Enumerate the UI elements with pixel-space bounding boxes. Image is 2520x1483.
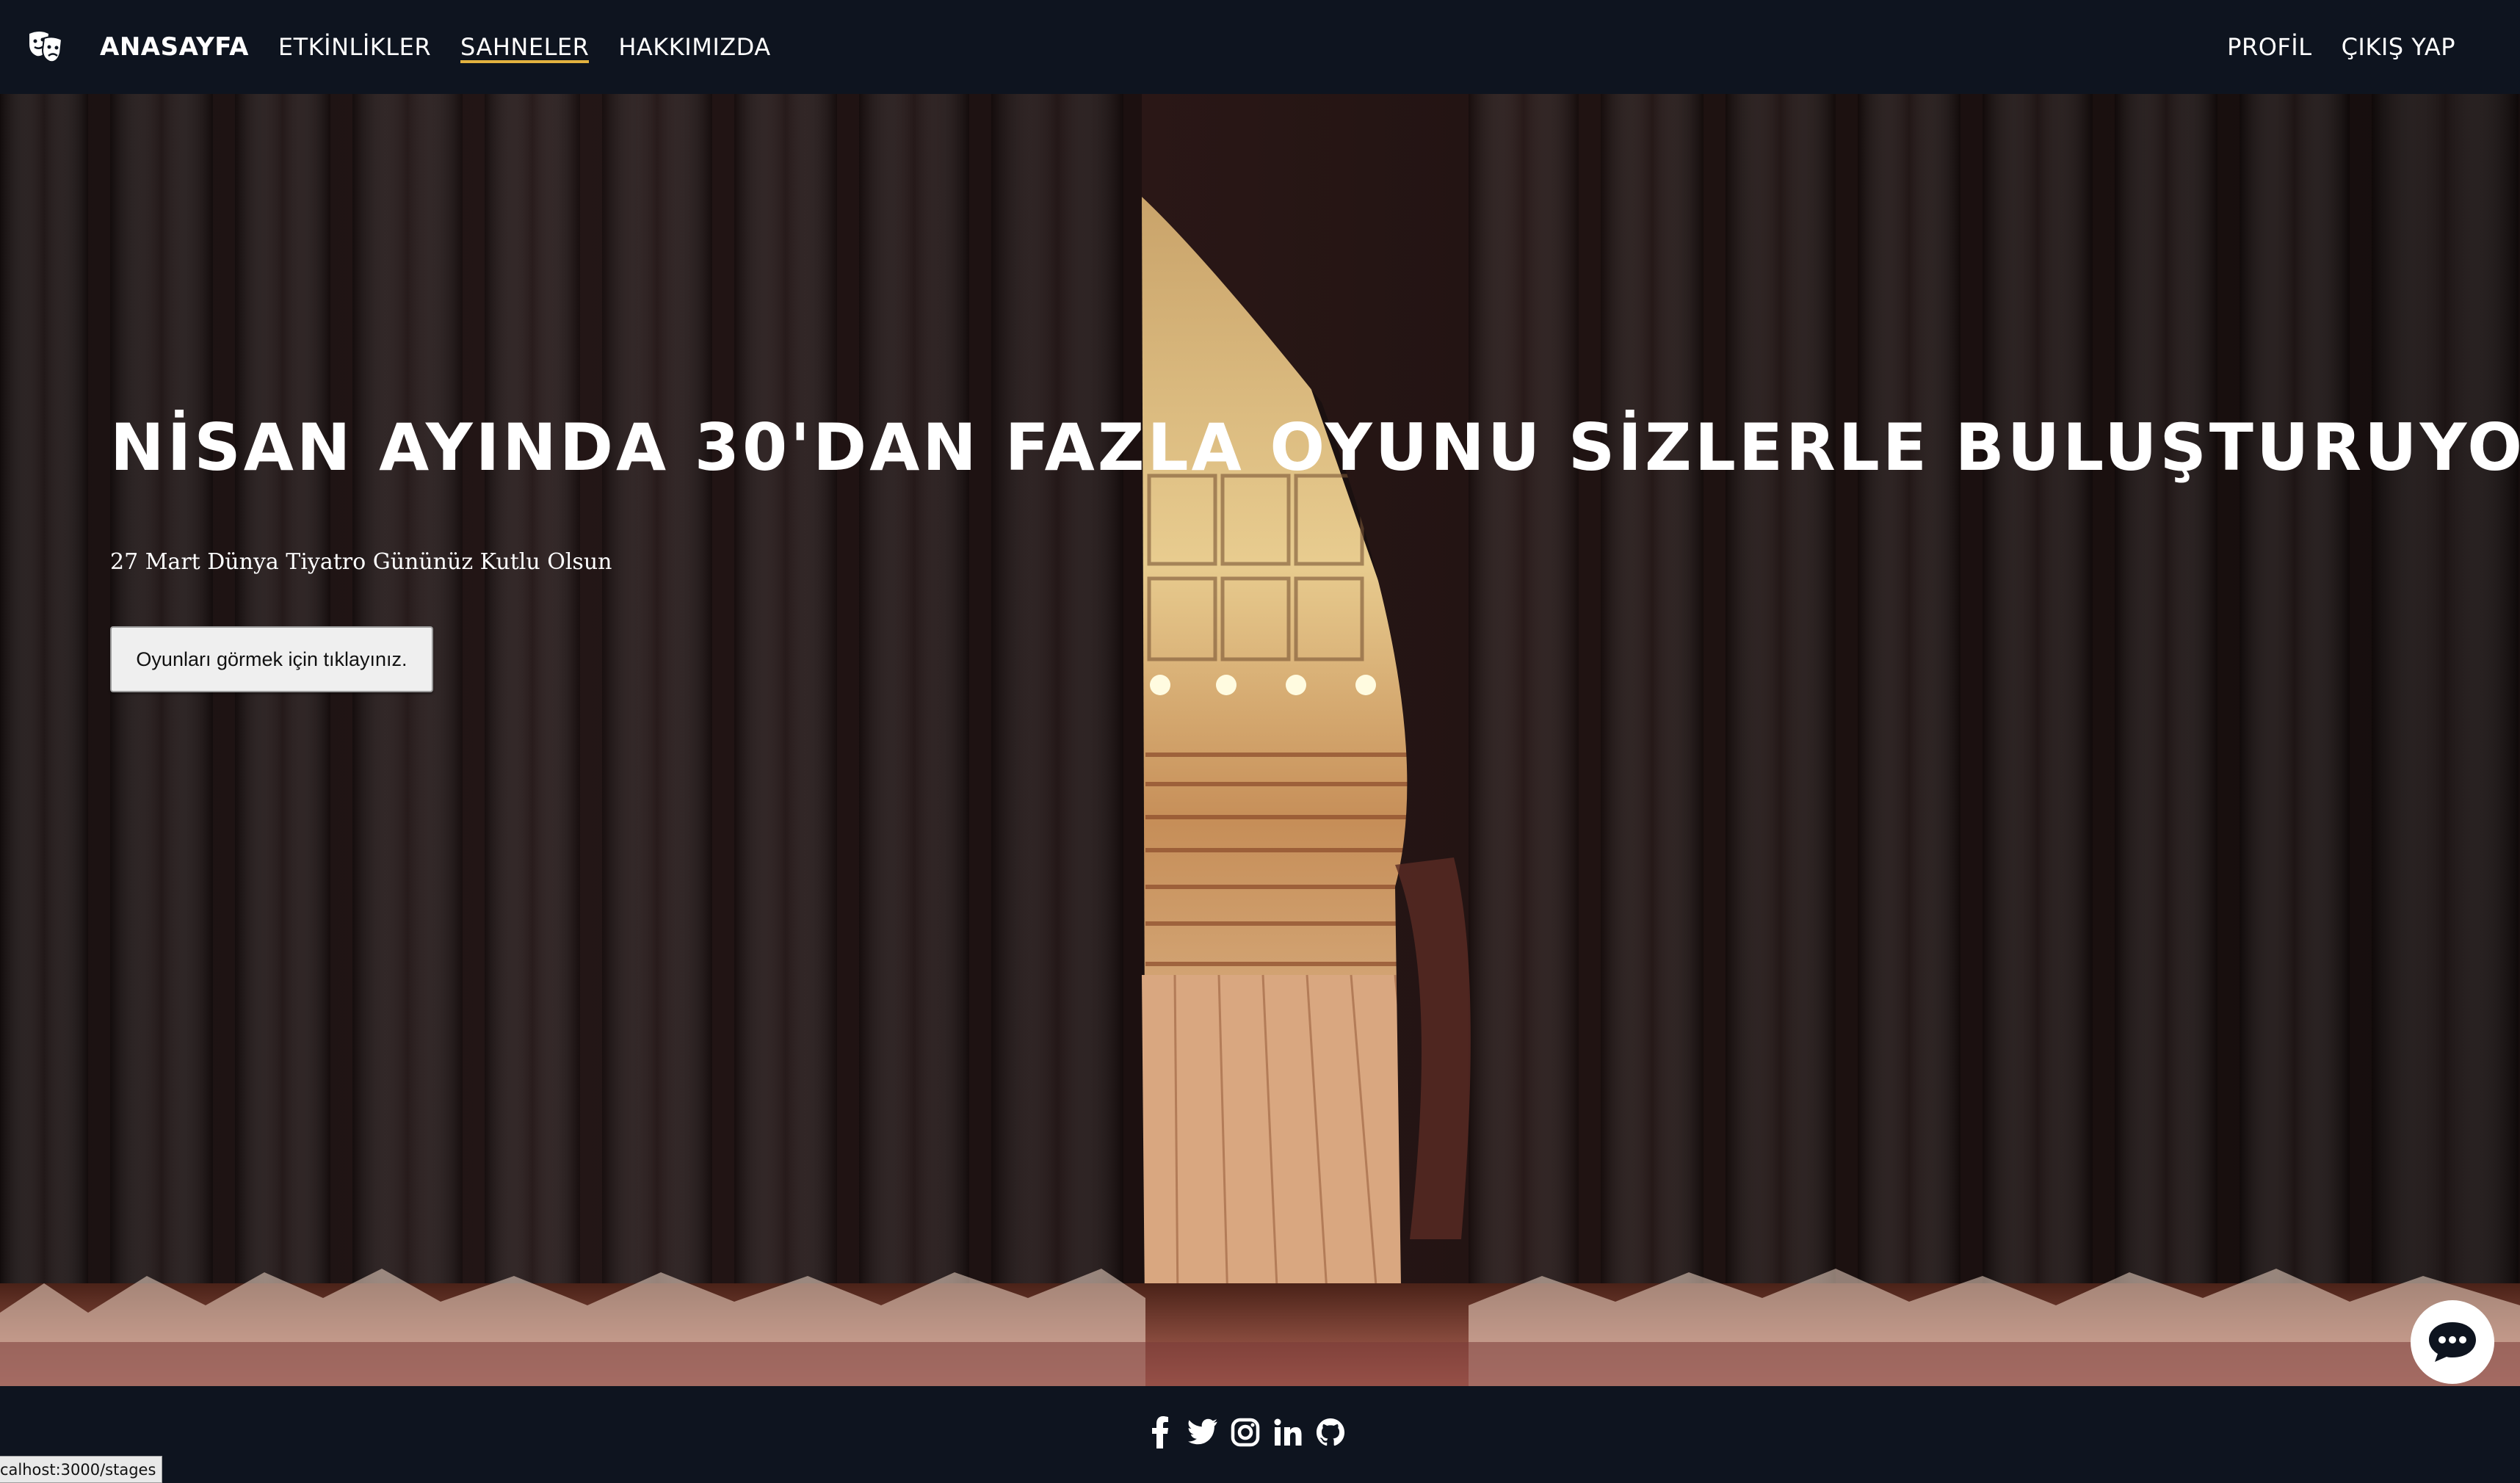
footer bbox=[0, 1386, 2520, 1483]
navbar: ANASAYFA ETKİNLİKLER SAHNELER HAKKIMIZDA… bbox=[0, 0, 2520, 94]
github-icon[interactable] bbox=[1316, 1415, 1345, 1449]
nav-logout-link[interactable]: ÇIKIŞ YAP bbox=[2342, 0, 2455, 94]
see-plays-button[interactable]: Oyunları görmek için tıklayınız. bbox=[110, 626, 433, 692]
hero-section: NİSAN AYINDA 30'DAN FAZLA OYUNU SİZLERLE… bbox=[0, 94, 2520, 1386]
chat-bubble-icon bbox=[2429, 1322, 2476, 1362]
facebook-icon[interactable] bbox=[1145, 1415, 1175, 1449]
theater-masks-icon[interactable] bbox=[26, 28, 65, 66]
instagram-icon[interactable] bbox=[1231, 1415, 1260, 1449]
twitter-icon[interactable] bbox=[1188, 1415, 1217, 1449]
nav-events-link[interactable]: ETKİNLİKLER bbox=[278, 0, 431, 94]
chat-button[interactable] bbox=[2411, 1300, 2494, 1384]
linkedin-icon[interactable] bbox=[1273, 1415, 1303, 1449]
nav-right-group: PROFİL ÇIKIŞ YAP bbox=[2198, 0, 2455, 94]
hero-subtitle: 27 Mart Dünya Tiyatro Gününüz Kutlu Olsu… bbox=[110, 549, 612, 575]
stage-curtain-background bbox=[0, 94, 2520, 1386]
page: ANASAYFA ETKİNLİKLER SAHNELER HAKKIMIZDA… bbox=[0, 0, 2520, 1483]
social-links bbox=[1145, 1415, 1345, 1449]
nav-profile-link[interactable]: PROFİL bbox=[2227, 0, 2311, 94]
nav-stages-link[interactable]: SAHNELER bbox=[460, 0, 590, 94]
nav-home-link[interactable]: ANASAYFA bbox=[100, 0, 249, 94]
hero-title: NİSAN AYINDA 30'DAN FAZLA OYUNU SİZLERLE… bbox=[110, 410, 2520, 485]
status-bar-url: calhost:3000/stages bbox=[0, 1456, 163, 1483]
nav-about-link[interactable]: HAKKIMIZDA bbox=[618, 0, 770, 94]
